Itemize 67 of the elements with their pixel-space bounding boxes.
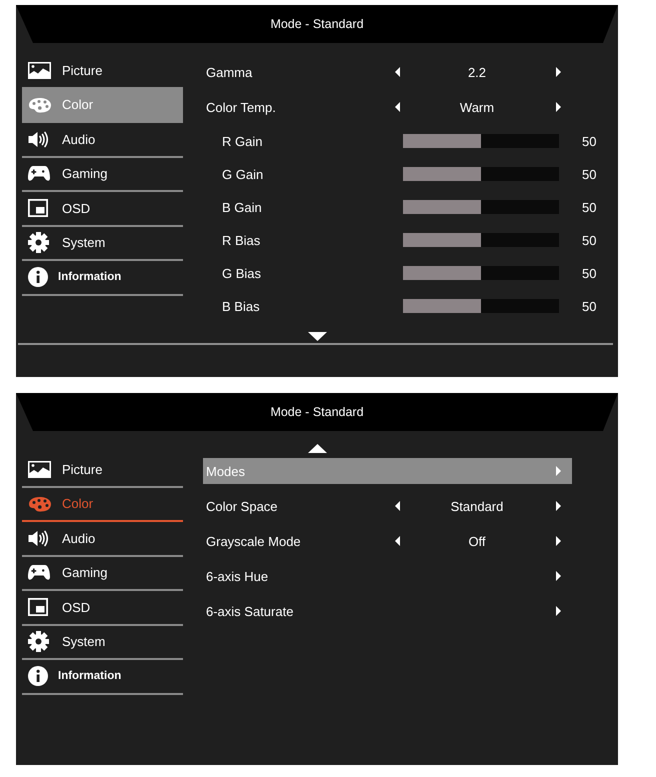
setting-row[interactable]: Color Temp. Warm bbox=[203, 94, 572, 120]
picture-icon bbox=[28, 460, 51, 478]
left-arrow-icon bbox=[394, 102, 400, 112]
palette-icon bbox=[28, 96, 52, 113]
left-arrow-icon bbox=[394, 536, 400, 546]
right-arrow-icon bbox=[556, 466, 560, 476]
right-arrow-icon bbox=[556, 501, 560, 511]
slider-track[interactable] bbox=[403, 200, 559, 214]
menu-item[interactable]: System bbox=[22, 226, 183, 261]
setting-row[interactable]: G Bias 50 bbox=[203, 260, 612, 286]
menu-item[interactable]: Information bbox=[22, 660, 183, 694]
speaker-icon bbox=[28, 130, 49, 148]
speaker-icon bbox=[28, 530, 49, 547]
setting-row[interactable]: R Gain 50 bbox=[203, 128, 612, 154]
gamepad-icon bbox=[28, 165, 50, 182]
gamepad-icon bbox=[28, 564, 50, 582]
menu-item[interactable]: Audio bbox=[22, 123, 183, 158]
slider-value: 50 bbox=[581, 200, 598, 214]
palette-icon bbox=[28, 496, 52, 512]
header-title: Mode - Standard bbox=[270, 17, 364, 31]
setting-row[interactable]: Color Space Standard bbox=[203, 493, 572, 519]
right-arrow-icon bbox=[556, 606, 560, 616]
menu-item[interactable]: OSD bbox=[22, 192, 183, 226]
right-arrow-icon bbox=[556, 67, 560, 77]
setting-value: Warm bbox=[460, 100, 494, 114]
header-title: Mode - Standard bbox=[270, 405, 364, 419]
setting-value: Off bbox=[468, 534, 486, 548]
screen-icon bbox=[28, 199, 48, 218]
left-arrow-icon bbox=[394, 67, 400, 77]
slider-track[interactable] bbox=[403, 266, 559, 280]
setting-value: 2.2 bbox=[468, 64, 486, 80]
setting-row[interactable]: B Gain 50 bbox=[203, 194, 612, 220]
slider-value: 50 bbox=[581, 134, 598, 148]
setting-row[interactable]: B Bias 50 bbox=[203, 293, 612, 319]
slider-track[interactable] bbox=[403, 167, 559, 181]
setting-row[interactable]: Grayscale Mode Off bbox=[203, 528, 572, 554]
menu-item[interactable]: Audio bbox=[22, 522, 183, 556]
menu-item[interactable]: Gaming bbox=[22, 556, 183, 591]
setting-row[interactable]: 6-axis Hue bbox=[203, 563, 572, 589]
setting-row[interactable]: G Gain 50 bbox=[203, 161, 612, 187]
setting-value: Standard bbox=[450, 498, 504, 514]
menu-item[interactable]: OSD bbox=[22, 591, 183, 626]
slider-value: 50 bbox=[581, 298, 598, 314]
info-icon bbox=[28, 267, 48, 288]
info-icon bbox=[28, 666, 48, 686]
settings-icon bbox=[28, 631, 49, 652]
setting-row[interactable]: Gamma 2.2 bbox=[203, 59, 572, 85]
picture-icon bbox=[28, 62, 51, 79]
slider-value: 50 bbox=[581, 266, 598, 280]
menu-item[interactable]: Color bbox=[22, 488, 183, 522]
menu-item[interactable]: Information bbox=[22, 261, 183, 296]
setting-row[interactable]: R Bias 50 bbox=[203, 227, 612, 253]
left-arrow-icon bbox=[394, 501, 400, 511]
slider-value: 50 bbox=[581, 166, 598, 182]
menu-item[interactable]: Gaming bbox=[22, 158, 183, 192]
setting-row[interactable]: 6-axis Saturate bbox=[203, 598, 572, 624]
settings-icon bbox=[28, 232, 49, 254]
menu-item[interactable]: System bbox=[22, 626, 183, 660]
screen-icon bbox=[28, 598, 48, 616]
right-arrow-icon bbox=[556, 102, 560, 112]
slider-track[interactable] bbox=[403, 233, 559, 247]
right-arrow-icon bbox=[556, 571, 560, 581]
right-arrow-icon bbox=[556, 536, 560, 546]
slider-track[interactable] bbox=[403, 134, 559, 148]
slider-track[interactable] bbox=[403, 299, 559, 313]
menu-item[interactable]: Picture bbox=[22, 453, 183, 488]
slider-value: 50 bbox=[581, 232, 598, 248]
